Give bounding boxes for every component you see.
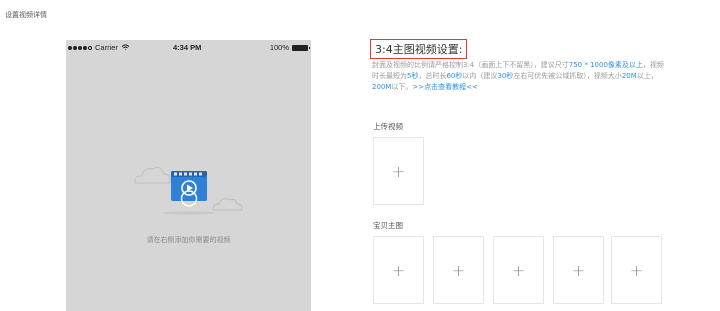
desc-highlight: 5秒 (407, 72, 419, 80)
main-image-slot-5[interactable]: + (611, 236, 662, 304)
main-image-slot-1[interactable]: + (373, 236, 424, 304)
desc-text: 以内（建议 (462, 72, 498, 80)
plus-icon: + (511, 260, 526, 280)
desc-text: 左右可优先被公域抓取），视频大小 (513, 72, 622, 80)
plus-icon: + (571, 260, 586, 280)
empty-video-message: 请在右侧添加你需要的视频 (146, 236, 231, 244)
desc-text: 以下。 (391, 83, 413, 91)
desc-highlight: 30秒 (497, 72, 514, 80)
desc-text: 以上， (636, 72, 658, 80)
phone-status-bar: Carrier 4:34 PM 100% (66, 40, 311, 54)
desc-text: ，总时长 (418, 72, 447, 80)
desc-highlight: 750 * 1000像素及以上 (568, 61, 643, 69)
video-settings-title: 3:4主图视频设置: (370, 39, 468, 59)
cloud-icon (134, 166, 171, 184)
main-image-slot-3[interactable]: + (493, 236, 544, 304)
video-placeholder-icon (134, 166, 243, 215)
upload-video-button[interactable]: + (373, 137, 424, 205)
plus-icon: + (451, 260, 466, 280)
main-image-label: 宝贝主图 (373, 221, 403, 230)
desc-highlight: 20M (621, 72, 637, 80)
main-image-slot-4[interactable]: + (553, 236, 604, 304)
desc-highlight: 60秒 (446, 72, 463, 80)
plus-icon: + (391, 260, 406, 280)
desc-highlight: 200M (372, 83, 392, 91)
cloud-icon (212, 198, 243, 211)
battery-percent: 100% (269, 43, 289, 52)
plus-icon: + (629, 260, 644, 280)
signal-dots-icon (68, 45, 92, 50)
desc-highlight[interactable]: >>点击查看教程<< (412, 83, 477, 91)
plus-icon: + (391, 161, 406, 181)
main-image-slot-2[interactable]: + (433, 236, 484, 304)
carrier-label: Carrier (95, 43, 118, 52)
upload-video-label: 上传视频 (373, 122, 403, 131)
phone-time: 4:34 PM (173, 43, 202, 52)
breadcrumb: 设置视频详情 (5, 11, 47, 19)
video-settings-description: 封面及视频的比例请严格控制3:4（画面上下不留黑），建议尺寸750 * 1000… (372, 60, 668, 93)
phone-preview: Carrier 4:34 PM 100% 请在右侧添加你需要的视频 (66, 40, 311, 311)
wifi-icon (121, 44, 130, 51)
battery-icon (292, 44, 310, 51)
desc-text: 封面及视频的比例请严格控制3:4（画面上下不留黑），建议尺寸 (372, 61, 569, 69)
